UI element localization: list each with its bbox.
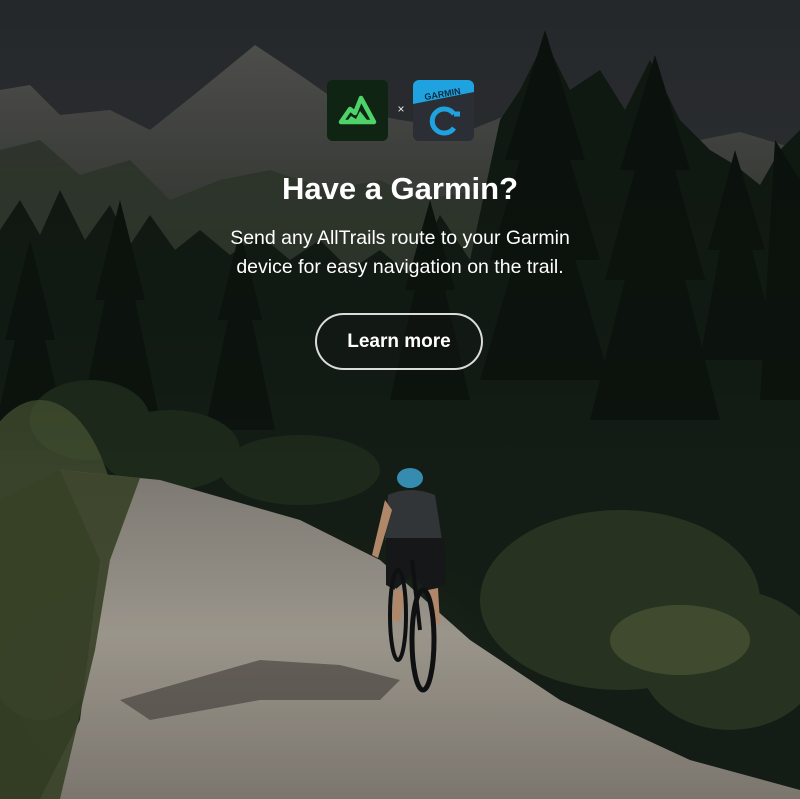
partner-logos: × GARMIN (327, 80, 474, 141)
alltrails-logo-icon (327, 80, 388, 141)
logo-separator: × (397, 102, 405, 116)
learn-more-button[interactable]: Learn more (315, 313, 483, 370)
garmin-promo-card: × GARMIN Have a Garmin? Send any AllTrai… (0, 0, 800, 799)
promo-title: Have a Garmin? (281, 171, 519, 206)
garmin-connect-logo-icon: GARMIN (413, 80, 474, 141)
promo-description: Send any AllTrails route to your Garmin … (230, 227, 570, 278)
